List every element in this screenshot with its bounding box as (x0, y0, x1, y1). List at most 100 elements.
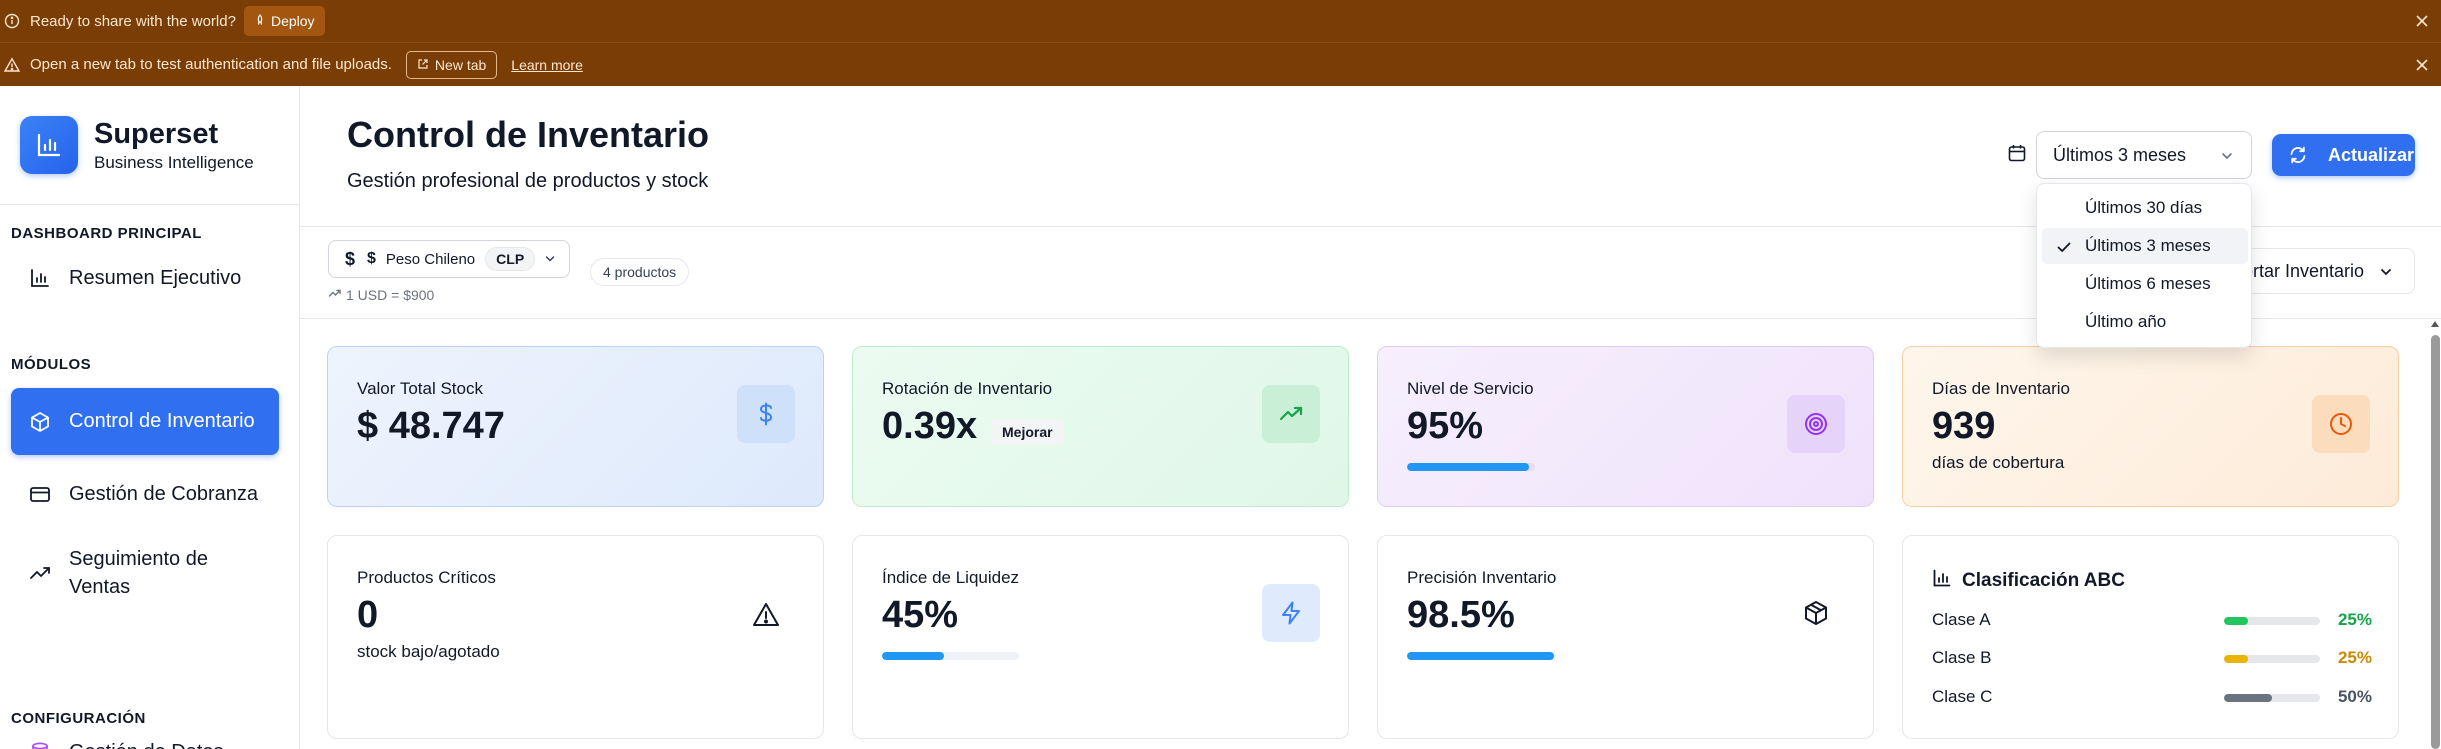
chevron-down-icon (543, 252, 557, 266)
abc-title: Clasificación ABC (1932, 568, 2125, 594)
abc-bar (2224, 617, 2320, 625)
section-label-main: DASHBOARD PRINCIPAL (11, 225, 202, 242)
status-badge: Mejorar (991, 419, 1064, 445)
currency-select[interactable]: $ $ Peso Chileno CLP (328, 240, 570, 278)
sidebar-item-label: Resumen Ejecutivo (69, 266, 242, 289)
kpi-value: 98.5% (1407, 594, 1515, 636)
period-option-label: Últimos 3 meses (2085, 236, 2211, 255)
sidebar-item-resumen[interactable]: Resumen Ejecutivo (11, 250, 279, 306)
trending-up-icon (328, 286, 342, 303)
progress-fill (1407, 463, 1529, 471)
abc-bar-fill (2224, 617, 2248, 625)
page-subtitle: Gestión profesional de productos y stock (347, 170, 709, 192)
info-icon (4, 13, 20, 29)
kpi-subtext: días de cobertura (1932, 453, 2065, 472)
sidebar-item-cobranza[interactable]: Gestión de Cobranza (11, 466, 279, 522)
abc-bar-fill (2224, 694, 2272, 702)
kpi-label: Valor Total Stock (357, 379, 483, 398)
bar-chart-icon (29, 267, 51, 289)
new-tab-button[interactable]: New tab (405, 50, 498, 79)
scrollbar-thumb[interactable] (2431, 335, 2440, 749)
deploy-button[interactable]: Deploy (243, 6, 325, 36)
exchange-rate: 1 USD = $900 (328, 286, 434, 303)
period-option[interactable]: Últimos 6 meses (2042, 266, 2248, 302)
kpi-label: Precisión Inventario (1407, 568, 1557, 587)
period-select-value: Últimos 3 meses (2053, 144, 2187, 165)
trending-up-icon (1262, 385, 1320, 443)
sidebar-item-inventario[interactable]: Control de Inventario (11, 388, 279, 455)
kpi-value: 95% (1407, 405, 1484, 447)
period-dropdown-menu: Últimos 30 días Últimos 3 meses Últimos … (2036, 183, 2252, 348)
close-icon[interactable] (2415, 58, 2429, 72)
refresh-button[interactable]: Actualizar (2272, 134, 2415, 176)
brand-name: Superset (94, 118, 219, 150)
abc-bar-fill (2224, 655, 2248, 663)
check-icon (2056, 239, 2072, 255)
close-icon[interactable] (2415, 14, 2429, 28)
database-icon (29, 741, 51, 749)
progress-bar (1407, 652, 1556, 660)
rocket-icon (254, 13, 266, 29)
logo-bar-chart-icon (20, 116, 78, 174)
period-option-label: Últimos 30 días (2085, 198, 2203, 217)
abc-row-label: Clase C (1932, 687, 1993, 706)
sidebar: Superset Business Intelligence DASHBOARD… (0, 86, 300, 749)
period-select[interactable]: Últimos 3 meses (2036, 131, 2252, 179)
package-icon (29, 411, 51, 433)
learn-more-link[interactable]: Learn more (511, 57, 583, 73)
kpi-card-productos-criticos: Productos Críticos 0 stock bajo/agotado (327, 535, 824, 739)
warning-icon (737, 586, 795, 644)
abc-row-percent: 25% (2337, 648, 2372, 667)
deploy-button-label: Deploy (270, 13, 315, 29)
abc-row-percent: 25% (2337, 610, 2372, 629)
sidebar-item-label: Seguimiento de Ventas (69, 548, 208, 598)
currency-name: Peso Chileno (385, 250, 476, 268)
section-label-config: CONFIGURACIÓN (11, 710, 146, 727)
brand[interactable]: Superset Business Intelligence (20, 116, 254, 174)
package-icon (1787, 584, 1845, 642)
refresh-icon (2288, 145, 2308, 165)
period-option[interactable]: Último año (2042, 304, 2248, 340)
new-tab-label: New tab (434, 56, 487, 73)
progress-fill (882, 652, 944, 660)
lightning-icon (1262, 584, 1320, 642)
warning-icon (4, 56, 20, 73)
abc-row-percent: 50% (2337, 687, 2372, 706)
deploy-banner-text: Ready to share with the world? (30, 12, 236, 30)
bar-chart-icon (1932, 568, 1952, 594)
sidebar-item-datos[interactable]: Gestión de Datos (11, 724, 279, 749)
page-title: Control de Inventario (347, 114, 710, 155)
kpi-card-precision: Precisión Inventario 98.5% (1377, 535, 1874, 739)
exchange-rate-text: 1 USD = $900 (346, 286, 435, 303)
abc-row-label: Clase B (1932, 648, 1992, 667)
brand-subtitle: Business Intelligence (94, 153, 254, 172)
kpi-card-dias-inventario: Días de Inventario 939 días de cobertura (1902, 346, 2399, 507)
kpi-card-valor-total: Valor Total Stock $ 48.747 (327, 346, 824, 507)
abc-classification-card: Clasificación ABC Clase A 25% Clase B 25… (1902, 535, 2399, 739)
sidebar-item-label: Gestión de Datos (69, 741, 224, 749)
deploy-banner: Ready to share with the world? Deploy (0, 0, 2441, 43)
dollar-icon (737, 385, 795, 443)
abc-row-label: Clase A (1932, 610, 1991, 629)
divider (0, 204, 300, 205)
kpi-value: 939 (1932, 405, 1996, 447)
kpi-subtext: stock bajo/agotado (357, 642, 500, 661)
kpi-value: 45% (882, 594, 959, 636)
currency-code-badge: CLP (485, 247, 536, 271)
chevron-down-icon (2378, 264, 2394, 280)
kpi-card-rotacion: Rotación de Inventario 0.39x Mejorar (852, 346, 1349, 507)
period-option-label: Último año (2085, 312, 2167, 331)
period-option[interactable]: Últimos 30 días (2042, 190, 2248, 226)
progress-bar (1407, 463, 1535, 471)
sidebar-item-label: Control de Inventario (69, 410, 255, 432)
kpi-card-liquidez: Índice de Liquidez 45% (852, 535, 1349, 739)
scroll-up-arrow-icon[interactable] (2431, 321, 2439, 327)
product-count-badge: 4 productos (590, 258, 690, 286)
scrollbar[interactable] (2430, 319, 2441, 749)
sidebar-item-ventas[interactable]: Seguimiento de Ventas (11, 534, 279, 612)
trending-up-icon (29, 562, 51, 584)
period-option-selected[interactable]: Últimos 3 meses (2042, 228, 2248, 264)
abc-bar (2224, 694, 2320, 702)
kpi-label: Índice de Liquidez (882, 568, 1020, 587)
kpi-label: Días de Inventario (1932, 379, 2070, 398)
